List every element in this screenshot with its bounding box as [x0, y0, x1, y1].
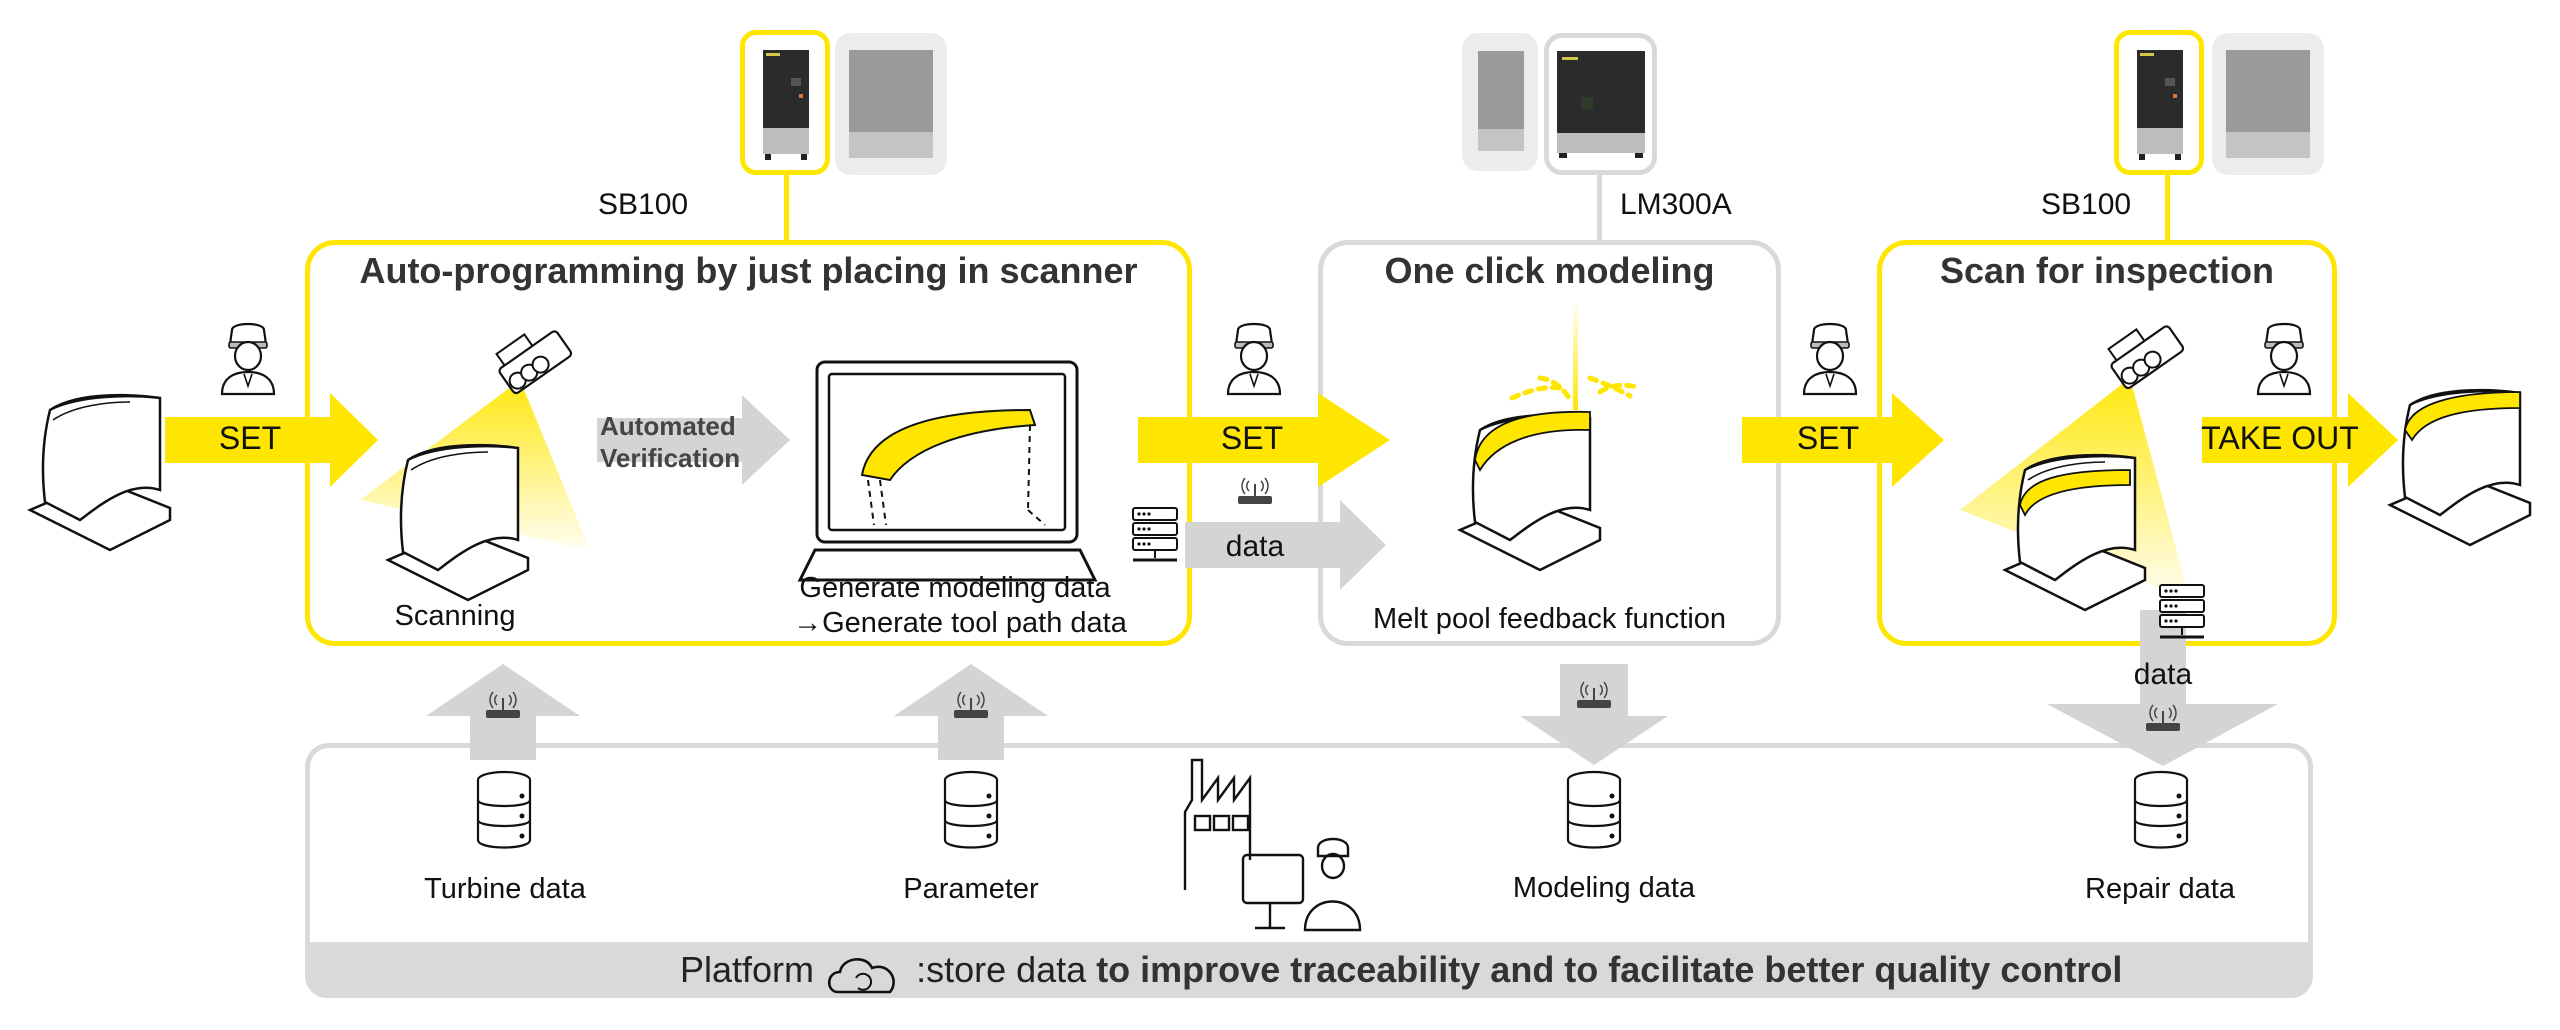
db-label-repair: Repair data: [2085, 873, 2235, 905]
router-icon-right: [1237, 477, 1273, 505]
database-icon-modeling: [1566, 770, 1622, 849]
router-icon-modeling: [1576, 681, 1612, 709]
platform-caption-bold: to improve traceability and to facilitat…: [1096, 949, 2123, 990]
scanner-icon-1: [488, 317, 574, 396]
database-icon-repair: [2133, 770, 2189, 849]
laptop-icon: [797, 360, 1098, 582]
turbine-blade-initial: [28, 393, 172, 552]
database-icon-turbine: [476, 770, 532, 849]
db-label-turbine: Turbine data: [424, 873, 586, 905]
melt-pool-label: Melt pool feedback function: [1372, 603, 1727, 635]
turbine-blade-scanning: [386, 443, 530, 602]
operator-icon-1: [220, 322, 276, 396]
router-icon-parameter: [953, 691, 989, 719]
server-icon-1: [1131, 506, 1179, 562]
db-label-parameter: Parameter: [903, 873, 1039, 905]
factory-operator-icon: [1183, 758, 1362, 932]
operator-icon-4: [2256, 322, 2312, 396]
generate-toolpath-label: →Generate tool path data: [793, 607, 1127, 639]
operator-icon-3: [1802, 322, 1858, 396]
scanning-label: Scanning: [394, 600, 516, 632]
server-icon-2: [2158, 583, 2206, 639]
router-icon-turbine: [485, 691, 521, 719]
scanner-icon-2: [2100, 312, 2186, 391]
router-icon-repair: [2145, 704, 2181, 732]
turbine-blade-modeling: [1458, 413, 1602, 572]
platform-prefix: Platform: [680, 949, 815, 990]
platform-caption: Platform :store data to improve traceabi…: [680, 949, 2122, 991]
platform-caption-plain: :store data: [916, 949, 1097, 990]
db-label-modeling: Modeling data: [1512, 872, 1696, 904]
database-icon-parameter: [943, 770, 999, 849]
generate-modeling-label: Generate modeling data: [799, 572, 1111, 604]
laser-beam: [1573, 300, 1578, 410]
operator-icon-2: [1226, 322, 1282, 396]
